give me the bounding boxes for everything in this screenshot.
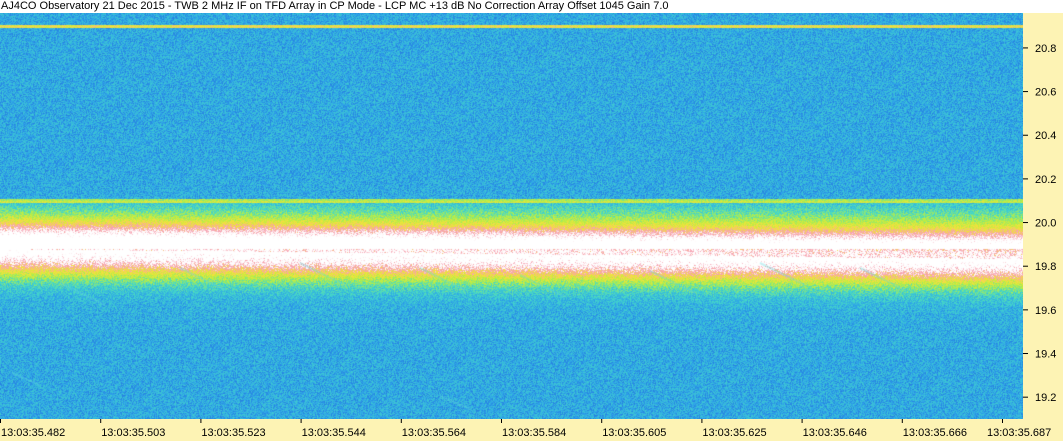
frequency-axis: 20.8 20.6 20.4 20.2 20.0 19.8 19.6 19.4 19.2: [1023, 13, 1063, 419]
time-axis: 13:03:35.482 13:03:35.503 13:03:35.523 13:0…: [0, 419, 1063, 441]
spectrogram-plot: [0, 13, 1023, 419]
x-tick-label: 13:03:35.625: [702, 427, 766, 439]
x-tick-label: 13:03:35.503: [101, 427, 165, 439]
spectrogram-heatmap: [0, 13, 1023, 419]
x-tick-label: 13:03:35.605: [602, 427, 666, 439]
y-tick-label: 20.0: [1035, 218, 1056, 230]
y-tick-label: 19.2: [1035, 392, 1056, 404]
x-tick-label: 13:03:35.584: [502, 427, 566, 439]
x-tick-label: 13:03:35.523: [201, 427, 265, 439]
y-tick-label: 20.6: [1035, 87, 1056, 99]
y-tick-label: 20.4: [1035, 130, 1056, 142]
y-tick-label: 20.2: [1035, 174, 1056, 186]
x-tick-label: 13:03:35.646: [803, 427, 867, 439]
y-tick-label: 19.8: [1035, 261, 1056, 273]
x-tick-label: 13:03:35.482: [1, 427, 65, 439]
x-tick-label: 13:03:35.564: [402, 427, 466, 439]
y-tick-label: 20.8: [1035, 43, 1056, 55]
x-tick-label: 13:03:35.687: [987, 427, 1051, 439]
chart-title: AJ4CO Observatory 21 Dec 2015 - TWB 2 MH…: [0, 0, 1063, 13]
x-tick-label: 13:03:35.544: [302, 427, 366, 439]
y-tick-label: 19.6: [1035, 305, 1056, 317]
y-tick-label: 19.4: [1035, 349, 1056, 361]
x-tick-label: 13:03:35.666: [903, 427, 967, 439]
